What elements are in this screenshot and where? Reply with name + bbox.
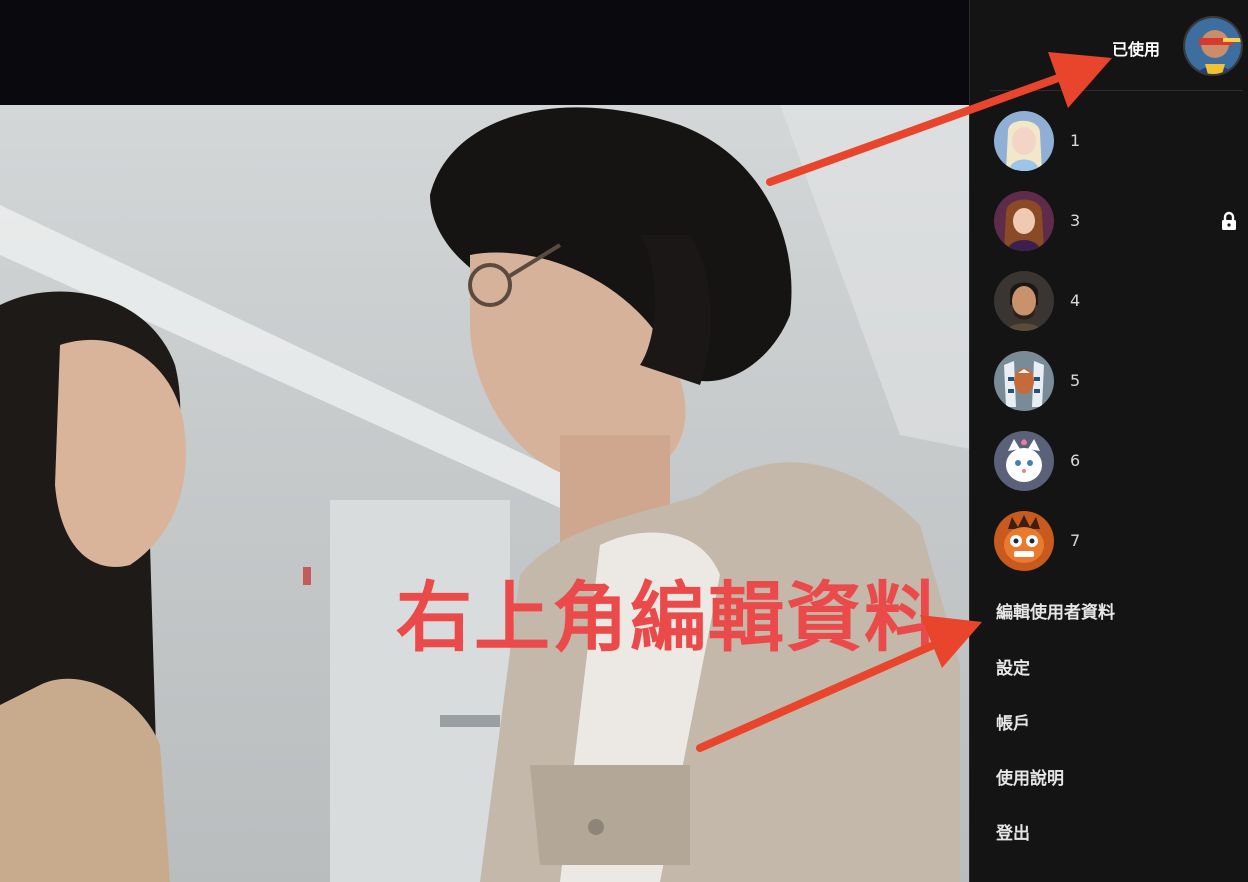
profile-item[interactable]: 4 <box>994 271 1244 333</box>
marie-cat-avatar-icon <box>994 431 1054 491</box>
profile-item[interactable]: 1 <box>994 111 1244 173</box>
profile-item[interactable]: 3 <box>994 191 1244 253</box>
help-link[interactable]: 使用說明 <box>996 764 1064 789</box>
profile-name: 3 <box>1070 211 1081 230</box>
anxiety-avatar-icon <box>994 511 1054 571</box>
menu-divider <box>990 90 1243 91</box>
bearded-man-avatar-icon <box>994 271 1054 331</box>
current-profile-label: 已使用 <box>1111 40 1160 59</box>
account-link[interactable]: 帳戶 <box>996 709 1030 734</box>
profile-item[interactable]: 5 <box>994 351 1244 413</box>
profile-name: 7 <box>1070 531 1081 550</box>
annotation-text: 右上角編輯資料 <box>396 573 942 662</box>
profile-item[interactable]: 7 <box>994 511 1244 573</box>
elsa-avatar-icon <box>994 111 1054 171</box>
profile-name: 4 <box>1070 291 1081 310</box>
anna-avatar-icon <box>994 191 1054 251</box>
logout-link[interactable]: 登出 <box>996 819 1030 844</box>
settings-link[interactable]: 設定 <box>996 654 1030 679</box>
cyclops-avatar-icon[interactable] <box>1183 16 1243 76</box>
profile-name: 6 <box>1070 451 1081 470</box>
profile-dropdown-menu: 已使用 1 3 4 5 6 7 編輯使用者資料 設定 帳戶 使用說明 登出 <box>969 0 1248 882</box>
profile-item[interactable]: 6 <box>994 431 1244 493</box>
profile-name: 1 <box>1070 131 1081 150</box>
edit-profiles-link[interactable]: 編輯使用者資料 <box>996 598 1115 623</box>
lock-icon <box>1220 211 1238 231</box>
profile-name: 5 <box>1070 371 1081 390</box>
ahsoka-avatar-icon <box>994 351 1054 411</box>
